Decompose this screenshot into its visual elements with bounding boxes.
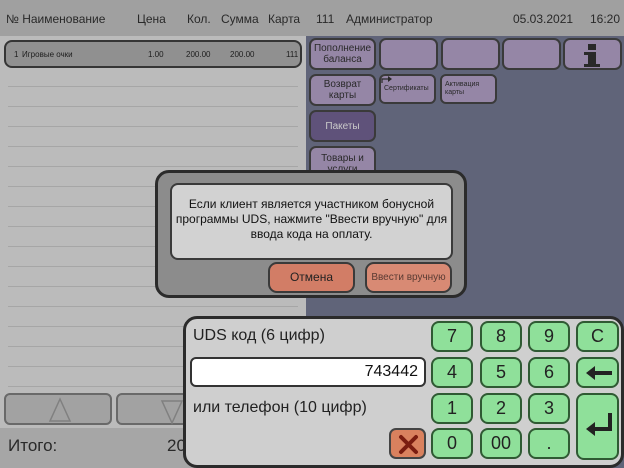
key-9[interactable]: 9 (528, 321, 570, 352)
key-00[interactable]: 00 (480, 428, 522, 459)
phone-label: или телефон (10 цифр) (193, 399, 367, 416)
enter-icon (586, 413, 612, 436)
key-dot[interactable]: . (528, 428, 570, 459)
key-clear-all[interactable]: C (576, 321, 619, 352)
enter-button[interactable] (576, 393, 619, 460)
uds-code-input[interactable]: 743442 (190, 357, 426, 387)
key-8[interactable]: 8 (480, 321, 522, 352)
uds-code-label: UDS код (6 цифр) (193, 327, 325, 344)
key-3[interactable]: 3 (528, 393, 570, 424)
backspace-arrow-icon (586, 366, 612, 380)
enter-manually-button[interactable]: Ввести вручную (365, 262, 452, 293)
key-5[interactable]: 5 (480, 357, 522, 388)
key-4[interactable]: 4 (431, 357, 473, 388)
key-7[interactable]: 7 (431, 321, 473, 352)
key-2[interactable]: 2 (480, 393, 522, 424)
key-1[interactable]: 1 (431, 393, 473, 424)
dialog-message: Если клиент является участником бонусной… (170, 183, 453, 260)
cancel-button[interactable]: Отмена (268, 262, 355, 293)
key-6[interactable]: 6 (528, 357, 570, 388)
clear-input-button[interactable] (389, 428, 426, 459)
key-0[interactable]: 0 (431, 428, 473, 459)
backspace-button[interactable] (576, 357, 619, 388)
close-icon (399, 435, 418, 454)
